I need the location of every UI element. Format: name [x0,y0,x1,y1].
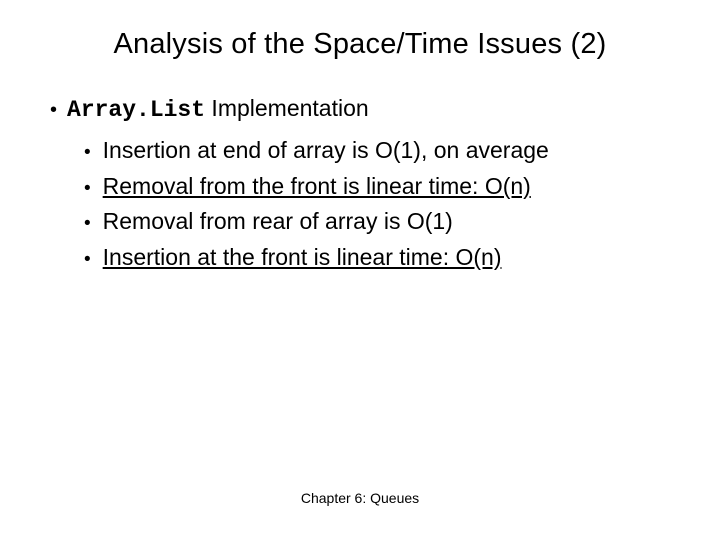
list-item: • Removal from the front is linear time:… [84,169,672,205]
bullet-text: Removal from rear of array is O(1) [103,204,453,240]
bullet-text: Insertion at end of array is O(1), on av… [103,133,549,169]
list-item: • Insertion at the front is linear time:… [84,240,672,276]
bullet-dot: • [84,214,91,233]
page-title: Analysis of the Space/Time Issues (2) [48,28,672,61]
list-item: • Insertion at end of array is O(1), on … [84,133,672,169]
heading-rest: Implementation [205,95,369,121]
bullet-dot: • [84,179,91,198]
slide: Analysis of the Space/Time Issues (2) • … [0,0,720,540]
bullet-text: Insertion at the front is linear time: O… [103,240,502,276]
heading-bullet: • Array.List Implementation [50,95,672,123]
bullet-dot: • [50,100,57,120]
bullet-dot: • [84,143,91,162]
bullet-text: Removal from the front is linear time: O… [103,169,531,205]
heading-text: Array.List Implementation [67,95,369,123]
sub-bullet-list: • Insertion at end of array is O(1), on … [50,133,672,276]
bullet-dot: • [84,250,91,269]
content-area: • Array.List Implementation • Insertion … [48,95,672,276]
list-item: • Removal from rear of array is O(1) [84,204,672,240]
footer-text: Chapter 6: Queues [0,490,720,506]
heading-mono: Array.List [67,97,205,123]
